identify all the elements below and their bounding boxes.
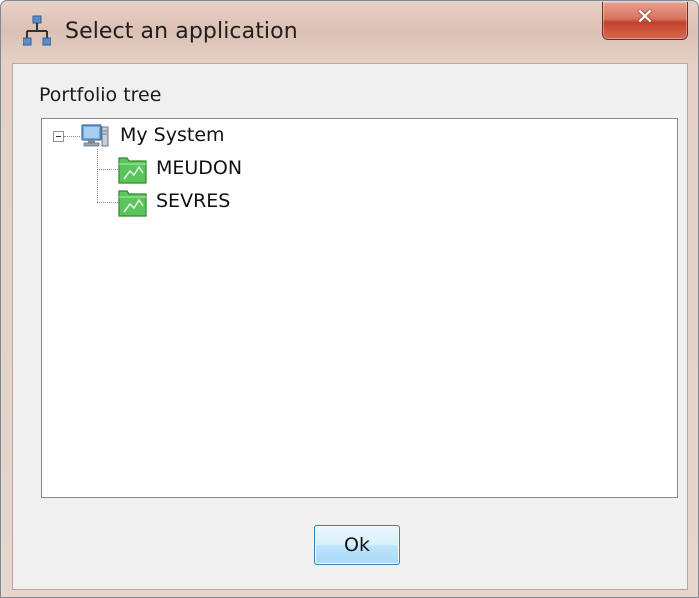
portfolio-tree-label: Portfolio tree: [39, 84, 162, 106]
title-bar[interactable]: Select an application ✕: [1, 1, 698, 63]
tree-connector: [97, 149, 98, 202]
application-icon: [118, 188, 148, 218]
collapse-toggle[interactable]: [53, 131, 64, 142]
tree-node-label: My System: [120, 124, 225, 146]
close-button[interactable]: ✕: [602, 2, 688, 40]
dialog-window: Select an application ✕ Portfolio tree M…: [0, 0, 699, 598]
dialog-content: Portfolio tree My System MEUDON SEVRES O…: [12, 63, 688, 590]
application-icon: [118, 155, 148, 185]
computer-icon: [80, 122, 110, 150]
tree-node-sevres[interactable]: SEVRES: [118, 187, 318, 219]
ok-button[interactable]: Ok: [314, 525, 400, 565]
window-title: Select an application: [65, 19, 298, 44]
tree-connector: [97, 202, 118, 203]
network-tree-icon: [22, 15, 52, 49]
close-icon: ✕: [635, 5, 655, 30]
tree-connector: [97, 169, 118, 170]
tree-node-meudon[interactable]: MEUDON: [118, 154, 318, 186]
tree-node-label: SEVRES: [156, 190, 231, 212]
tree-node-label: MEUDON: [156, 157, 243, 179]
portfolio-tree[interactable]: My System MEUDON SEVRES: [41, 118, 678, 498]
tree-node-root[interactable]: My System: [42, 119, 302, 153]
